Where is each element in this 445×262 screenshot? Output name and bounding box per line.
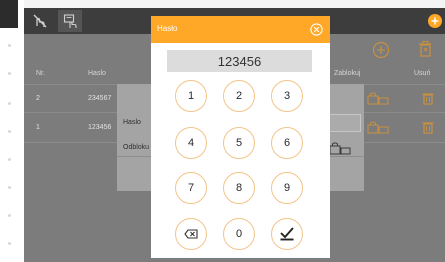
left-panel-header	[0, 0, 18, 28]
confirm-check-icon	[280, 227, 294, 241]
lock-toggle-icon	[329, 142, 351, 155]
key-1[interactable]: 1	[175, 80, 207, 112]
left-panel-dot	[8, 72, 11, 75]
header-usun: Usuń	[414, 70, 431, 77]
no-touch-icon	[33, 14, 47, 28]
row-haslo: 234567	[88, 95, 112, 102]
touch-app-icon	[63, 14, 77, 28]
lock-toggle-button[interactable]	[367, 92, 389, 111]
left-panel-strip	[0, 0, 18, 262]
header-zablokuj: Zablokuj	[334, 70, 361, 77]
delete-all-button[interactable]	[416, 40, 434, 63]
add-password-button[interactable]	[372, 41, 390, 64]
header-nr: Nr.	[36, 70, 45, 77]
no-touch-button[interactable]	[28, 10, 52, 32]
touch-mode-button[interactable]	[58, 10, 82, 32]
key-5[interactable]: 5	[223, 127, 255, 159]
key-9[interactable]: 9	[271, 172, 303, 204]
backspace-key[interactable]	[175, 218, 207, 250]
left-panel-dot	[8, 158, 11, 161]
lock-toggle-button[interactable]	[367, 121, 389, 140]
close-circle-icon	[310, 23, 323, 36]
trash-icon	[422, 93, 434, 105]
key-4[interactable]: 4	[175, 127, 207, 159]
trash-icon	[422, 122, 434, 134]
left-panel-dot	[8, 214, 11, 217]
row-haslo: 123456	[88, 124, 112, 131]
underlying-lock-toggle[interactable]	[329, 142, 351, 161]
key-6[interactable]: 6	[271, 127, 303, 159]
add-circle-icon	[428, 14, 442, 28]
left-panel-dot	[8, 102, 11, 105]
key-0[interactable]: 0	[223, 218, 255, 250]
header-haslo: Haslo	[88, 70, 106, 77]
confirm-key[interactable]	[271, 218, 303, 250]
key-7[interactable]: 7	[175, 172, 207, 204]
key-3[interactable]: 3	[271, 80, 303, 112]
password-keypad-modal: Hasło 123456 1 2 3 4 5 6 7 8 9 0	[151, 16, 330, 258]
modal-header: Hasło	[151, 16, 330, 43]
underlying-label-haslo: Haslo	[123, 119, 141, 126]
password-display: 123456	[167, 50, 312, 72]
delete-row-button[interactable]	[421, 91, 435, 110]
left-panel-dot	[8, 44, 11, 47]
key-2[interactable]: 2	[223, 80, 255, 112]
backspace-icon	[184, 229, 198, 239]
add-circle-icon	[372, 41, 390, 59]
key-8[interactable]: 8	[223, 172, 255, 204]
lock-toggle-icon	[367, 121, 389, 134]
left-panel-dot	[8, 130, 11, 133]
underlying-label-odblokuj: Odbloku	[123, 144, 150, 151]
modal-title: Hasło	[157, 24, 178, 33]
row-nr: 1	[36, 124, 40, 131]
modal-close-button[interactable]	[310, 23, 323, 36]
left-panel-dot	[8, 242, 11, 245]
row-nr: 2	[36, 95, 40, 102]
lock-toggle-icon	[367, 92, 389, 105]
delete-row-button[interactable]	[421, 120, 435, 139]
add-top-button[interactable]	[424, 10, 444, 32]
left-panel-dot	[8, 186, 11, 189]
delete-all-icon	[419, 41, 431, 57]
